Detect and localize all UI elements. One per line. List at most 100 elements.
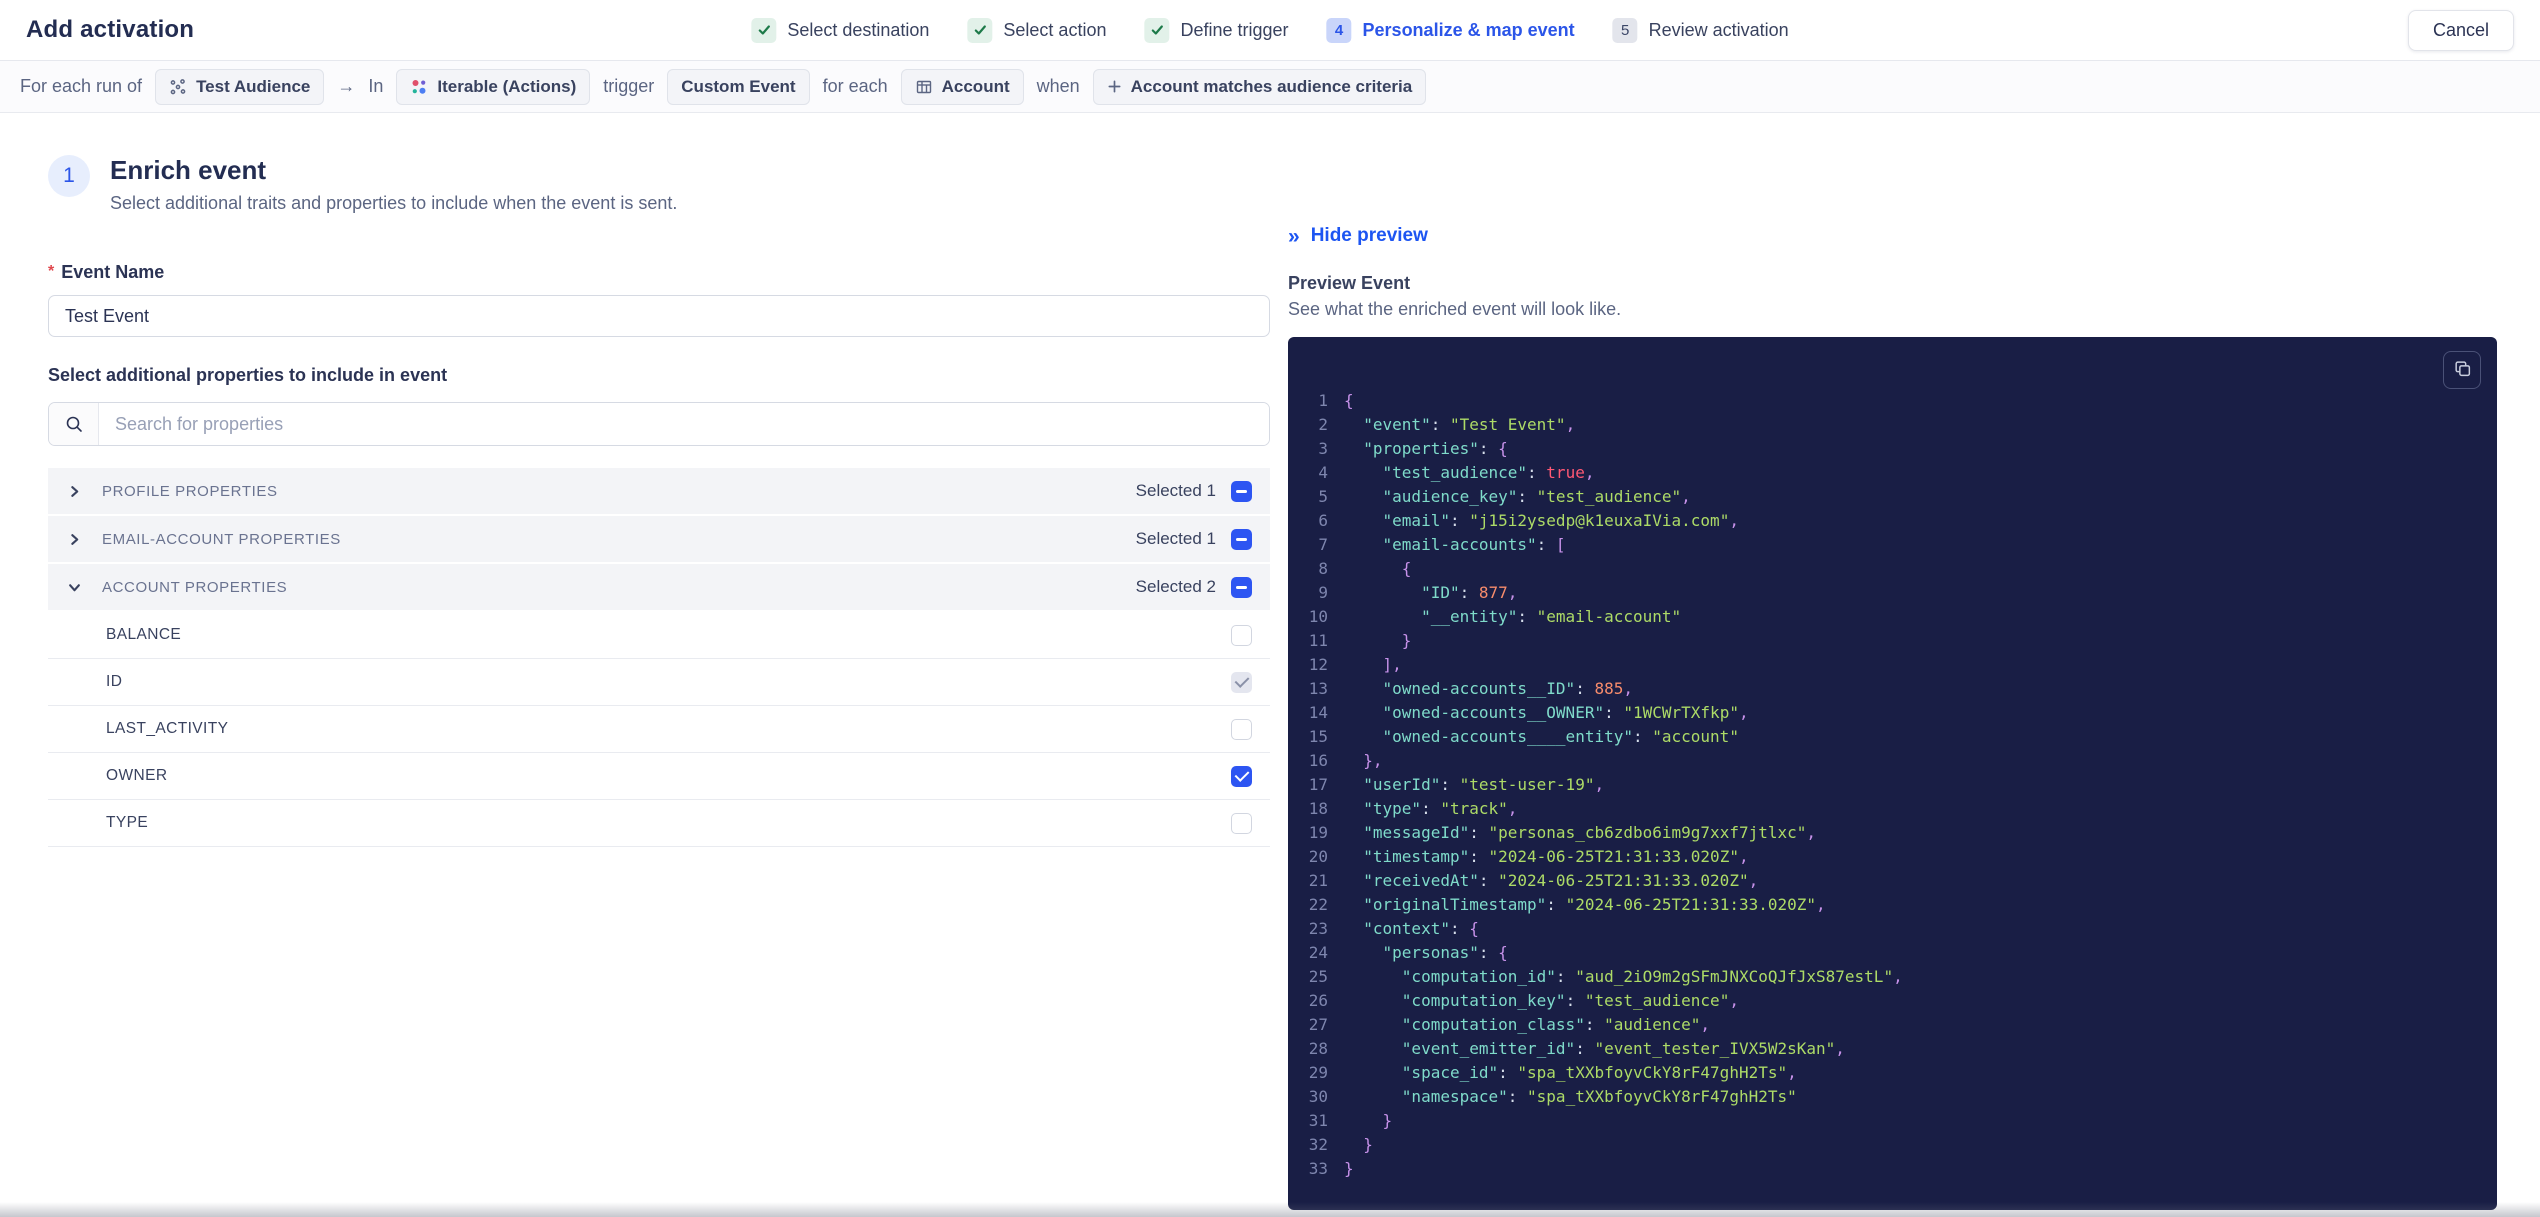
property-checkbox[interactable] [1231, 765, 1252, 787]
line-content: "email": "j15i2ysedp@k1euxaIVia.com", [1382, 510, 1739, 530]
line-number: 19 [1308, 822, 1328, 842]
line-content: "owned-accounts__ID": 885, [1382, 678, 1633, 698]
section-header-profile-properties[interactable]: PROFILE PROPERTIES Selected 1 [48, 468, 1270, 514]
selected-count: Selected 1 [1135, 529, 1216, 548]
line-number: 29 [1308, 1062, 1328, 1082]
section-checkbox[interactable] [1231, 528, 1252, 550]
context-text: when [1036, 76, 1080, 96]
step-personalize-map-event[interactable]: 4 Personalize & map event [1326, 17, 1575, 43]
line-content: } [1382, 1110, 1393, 1130]
code-line: 2 "event": "Test Event", [1288, 413, 2497, 437]
property-row-last-activity[interactable]: LAST_ACTIVITY [48, 706, 1270, 753]
chip-label: Iterable (Actions) [437, 76, 577, 96]
cancel-button[interactable]: Cancel [2407, 9, 2514, 51]
hide-preview-link[interactable]: » Hide preview [1288, 225, 1428, 247]
line-content: { [1401, 558, 1412, 578]
line-number: 12 [1308, 654, 1328, 674]
property-search-box [48, 402, 1270, 446]
line-number: 18 [1308, 798, 1328, 818]
property-row-owner[interactable]: OWNER [48, 753, 1270, 800]
line-number: 10 [1308, 606, 1328, 626]
plus-icon [1107, 79, 1122, 94]
code-line: 10 "__entity": "email-account" [1288, 605, 2497, 629]
line-number: 26 [1308, 990, 1328, 1010]
line-number: 30 [1308, 1086, 1328, 1106]
line-number: 27 [1308, 1014, 1328, 1034]
section-checkbox[interactable] [1231, 576, 1252, 598]
property-row-id[interactable]: ID [48, 659, 1270, 706]
enrich-event-panel: 1 Enrich event Select additional traits … [48, 113, 1270, 847]
property-row-balance[interactable]: BALANCE [48, 612, 1270, 659]
enrich-step-header: 1 Enrich event Select additional traits … [48, 155, 1270, 214]
chip-custom-event[interactable]: Custom Event [667, 68, 810, 105]
table-icon [915, 78, 933, 96]
property-checkbox[interactable] [1231, 718, 1252, 740]
line-number: 13 [1308, 678, 1328, 698]
code-line: 11 } [1288, 629, 2497, 653]
check-icon [751, 17, 777, 43]
line-number: 16 [1308, 750, 1328, 770]
chip-account[interactable]: Account [900, 68, 1024, 105]
copy-button[interactable] [2443, 350, 2481, 389]
property-checkbox[interactable] [1231, 671, 1252, 693]
code-line: 5 "audience_key": "test_audience", [1288, 485, 2497, 509]
step-review-activation[interactable]: 5 Review activation [1612, 17, 1789, 43]
hide-preview-label: Hide preview [1310, 225, 1428, 246]
code-line: 25 "computation_id": "aud_2iO9m2gSFmJNXC… [1288, 965, 2497, 989]
line-content: } [1363, 1134, 1373, 1154]
page-title: Add activation [26, 16, 195, 43]
line-content: "event_emitter_id": "event_tester_IVX5W2… [1401, 1038, 1845, 1058]
line-number: 15 [1308, 726, 1328, 746]
event-name-input[interactable] [48, 295, 1270, 337]
line-number: 4 [1318, 462, 1328, 482]
code-line: 26 "computation_key": "test_audience", [1288, 989, 2497, 1013]
step-select-action[interactable]: Select action [967, 17, 1106, 43]
context-text: trigger [603, 76, 655, 96]
double-chevron-right-icon: » [1288, 224, 1300, 248]
section-header-account-properties[interactable]: ACCOUNT PROPERTIES Selected 2 [48, 564, 1270, 610]
copy-icon [2453, 359, 2472, 381]
preview-panel: » Hide preview Preview Event See what th… [1288, 113, 2497, 1210]
chip-account-matches-audience-criteria[interactable]: Account matches audience criteria [1092, 68, 1427, 105]
chevron-right-icon [68, 533, 92, 546]
check-icon [1144, 17, 1170, 43]
line-content: { [1344, 390, 1354, 410]
chip-label: Account [941, 76, 1010, 96]
code-line: 12 ], [1288, 653, 2497, 677]
trigger-summary-bar: For each run of Test Audience → In Iterable … [0, 61, 2540, 113]
step-label: Select destination [787, 19, 930, 40]
header: Add activation Select destination Select … [0, 0, 2540, 61]
code-line: 16 }, [1288, 749, 2497, 773]
code-line: 24 "personas": { [1288, 941, 2497, 965]
chip-label: Account matches audience criteria [1130, 76, 1413, 96]
code-line: 20 "timestamp": "2024-06-25T21:31:33.020… [1288, 845, 2497, 869]
line-content: "computation_class": "audience", [1401, 1014, 1711, 1034]
section-name: EMAIL-ACCOUNT PROPERTIES [102, 530, 341, 548]
property-label: OWNER [106, 767, 168, 784]
line-content: "test_audience": true, [1382, 462, 1595, 482]
property-checkbox[interactable] [1231, 812, 1252, 834]
chip-iterable-actions-[interactable]: Iterable (Actions) [396, 68, 591, 105]
line-content: "personas": { [1382, 942, 1508, 962]
property-row-type[interactable]: TYPE [48, 800, 1270, 847]
property-checkbox[interactable] [1231, 624, 1252, 646]
event-preview-code-panel: 1{2 "event": "Test Event", 3 "properties"… [1288, 336, 2497, 1210]
code-line: 14 "owned-accounts__OWNER": "1WCWrTXfkp"… [1288, 701, 2497, 725]
chip-test-audience[interactable]: Test Audience [155, 68, 325, 105]
code-line: 9 "ID": 877, [1288, 581, 2497, 605]
stepper: Select destination Select action Define tr… [751, 17, 1789, 43]
line-content: "audience_key": "test_audience", [1382, 486, 1691, 506]
step-define-trigger[interactable]: Define trigger [1144, 17, 1289, 43]
search-input[interactable] [99, 403, 1269, 445]
line-content: "owned-accounts____entity": "account" [1382, 726, 1739, 746]
step-select-destination[interactable]: Select destination [751, 17, 930, 43]
code-line: 6 "email": "j15i2ysedp@k1euxaIVia.com", [1288, 509, 2497, 533]
line-content: "event": "Test Event", [1363, 414, 1576, 434]
code-line: 22 "originalTimestamp": "2024-06-25T21:3… [1288, 893, 2497, 917]
code-line: 28 "event_emitter_id": "event_tester_IVX… [1288, 1037, 2497, 1061]
section-header-email-account-properties[interactable]: EMAIL-ACCOUNT PROPERTIES Selected 1 [48, 516, 1270, 562]
line-content: "email-accounts": [ [1382, 534, 1566, 554]
section-checkbox[interactable] [1231, 480, 1252, 502]
code-line: 33} [1288, 1157, 2497, 1181]
step-label: Personalize & map event [1362, 19, 1575, 40]
